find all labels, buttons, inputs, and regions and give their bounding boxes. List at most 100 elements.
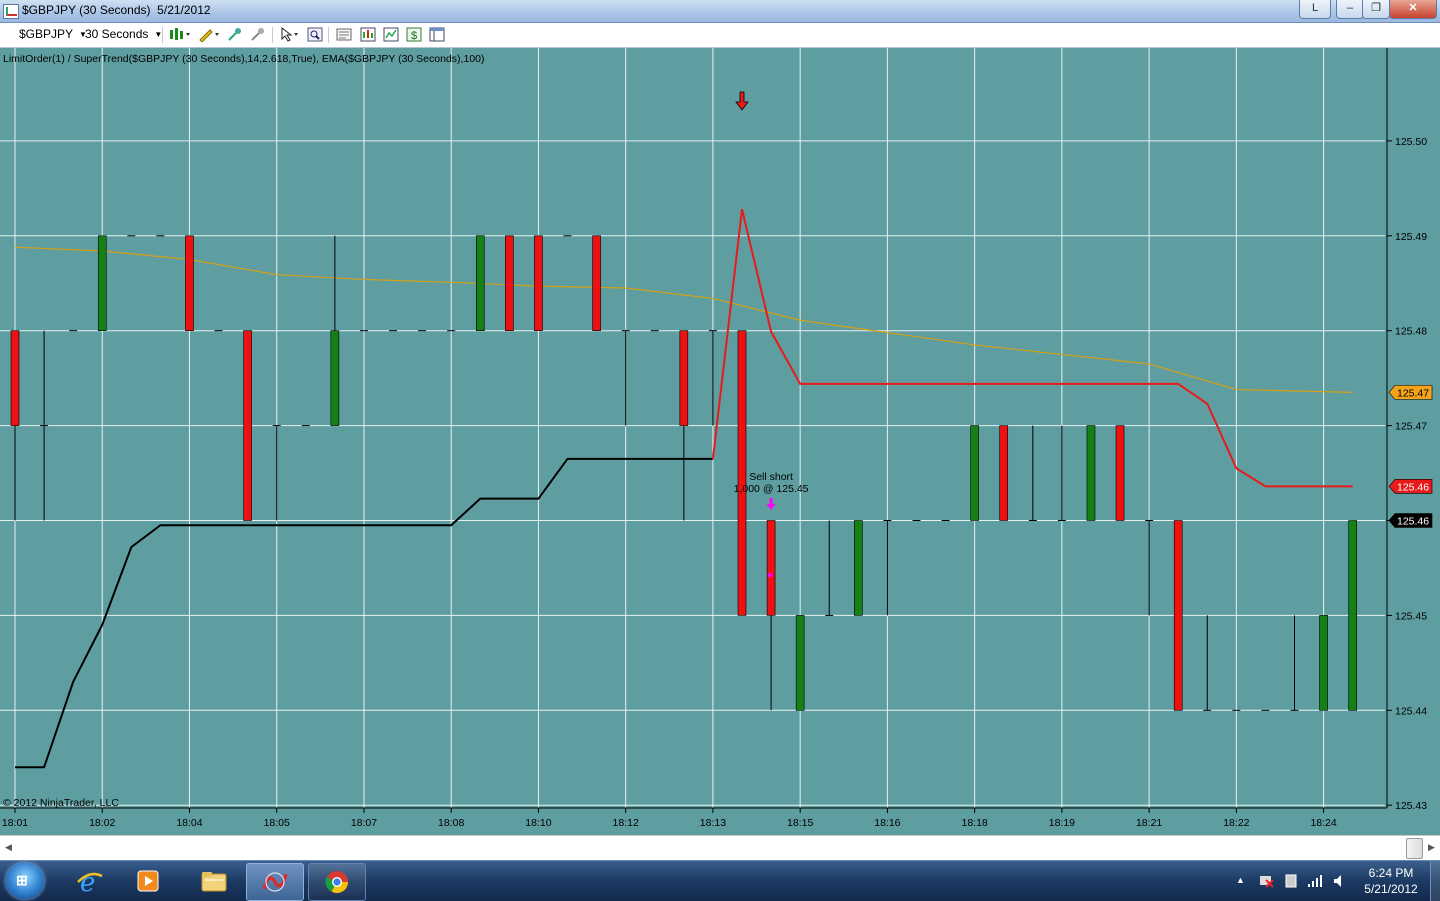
scroll-right-icon[interactable]: ▶ xyxy=(1428,842,1435,853)
candle-body xyxy=(970,425,979,521)
indicator-legend: LimitOrder(1) / SuperTrend($GBPJPY (30 S… xyxy=(3,53,484,65)
candle-body xyxy=(1086,425,1096,521)
x-tick-label: 18:08 xyxy=(438,817,464,829)
trade-execution-arrow-icon xyxy=(766,498,776,510)
candle-body xyxy=(592,235,601,332)
system-clock[interactable]: 6:24 PM 5/21/2012 xyxy=(1358,865,1424,897)
ninjatrader-icon[interactable] xyxy=(246,863,304,901)
x-tick-label: 18:19 xyxy=(1049,817,1075,829)
strategy-icon[interactable] xyxy=(250,27,266,42)
x-tick-label: 18:07 xyxy=(351,817,377,829)
show-desktop-button[interactable] xyxy=(1430,861,1440,901)
properties-icon[interactable] xyxy=(336,27,352,42)
scroll-left-icon[interactable]: ◀ xyxy=(5,842,12,853)
copyright-notice: © 2012 NinjaTrader, LLC xyxy=(3,797,119,809)
candle-body xyxy=(534,235,543,332)
candle-body xyxy=(243,330,252,521)
toolbar-divider xyxy=(162,27,163,43)
sell-signal-arrow-icon xyxy=(735,91,749,111)
y-tick-label: 125.48 xyxy=(1395,326,1427,338)
close-button[interactable]: ✕ xyxy=(1389,0,1437,19)
candle-body xyxy=(1115,425,1125,521)
candlesticks xyxy=(10,235,1357,711)
x-tick-label: 18:18 xyxy=(961,817,987,829)
candle-body xyxy=(1319,615,1328,711)
lock-button[interactable]: L xyxy=(1299,0,1331,19)
candle-body xyxy=(999,425,1009,521)
minimize-button[interactable]: – xyxy=(1336,0,1364,19)
window-titlebar[interactable]: $GBPJPY (30 Seconds) 5/21/2012 L – ❐ ✕ xyxy=(0,0,1440,23)
trade-label-line2: 1,000 @ 125.45 xyxy=(734,483,809,495)
time-axis: 18:01 18:02 18:04 18:05 18:07 18:08 18:10 18:12… xyxy=(0,807,1387,829)
candle-body xyxy=(854,520,863,616)
add-indicator-icon[interactable] xyxy=(227,27,243,42)
candle-body xyxy=(795,615,805,711)
x-tick-label: 18:22 xyxy=(1223,817,1249,829)
windows-taskbar: ⊞ e ▲ 6:24 PM 5/21/2012 xyxy=(0,860,1440,901)
y-tick-label: 125.50 xyxy=(1395,136,1427,148)
instrument-dropdown[interactable]: $GBPJPY ▼ xyxy=(19,27,87,41)
candle-body xyxy=(475,235,485,332)
x-tick-label: 18:13 xyxy=(700,817,726,829)
app-chart-icon xyxy=(3,4,19,19)
data-box-icon[interactable] xyxy=(360,27,376,42)
toolbar-divider xyxy=(328,27,329,43)
period-dropdown[interactable]: 30 Seconds ▼ xyxy=(85,27,162,41)
x-tick-label: 18:24 xyxy=(1310,817,1336,829)
candle-body xyxy=(766,520,776,616)
price-marker-label: 125.47 xyxy=(1397,387,1429,399)
candle-body xyxy=(97,235,107,332)
candle-body xyxy=(1348,520,1357,711)
maximize-button[interactable]: ❐ xyxy=(1362,0,1390,19)
scrollbar-thumb[interactable] xyxy=(1406,838,1423,859)
y-tick-label: 125.43 xyxy=(1395,800,1427,812)
dollar-icon[interactable]: $ xyxy=(406,27,422,42)
trade-label-line1: Sell short xyxy=(749,471,793,483)
internet-explorer-icon[interactable]: e xyxy=(62,863,118,899)
y-tick-label: 125.49 xyxy=(1395,231,1427,243)
price-marker-label: 125.46 xyxy=(1397,481,1429,493)
horizontal-scrollbar[interactable]: ◀ ▶ xyxy=(0,835,1440,860)
x-tick-label: 18:04 xyxy=(176,817,202,829)
candle-body xyxy=(737,330,747,616)
y-tick-label: 125.45 xyxy=(1395,610,1427,622)
chart-canvas[interactable]: Sell short1,000 @ 125.45 125.43125.44125… xyxy=(0,48,1440,834)
zoom-icon[interactable] xyxy=(307,27,323,42)
clock-date: 5/21/2012 xyxy=(1364,882,1418,896)
x-tick-label: 18:02 xyxy=(89,817,115,829)
window-title: $GBPJPY (30 Seconds) 5/21/2012 xyxy=(22,3,211,17)
x-tick-label: 18:21 xyxy=(1136,817,1162,829)
period-label: 30 Seconds xyxy=(85,27,149,41)
x-tick-label: 18:01 xyxy=(2,817,28,829)
chart-toolbar: $GBPJPY ▼ 30 Seconds ▼ $ xyxy=(0,23,1440,48)
svg-text:e: e xyxy=(80,868,95,894)
x-tick-label: 18:16 xyxy=(874,817,900,829)
chrome-icon[interactable] xyxy=(308,863,366,901)
svg-text:$: $ xyxy=(411,30,417,42)
chart-style-icon[interactable] xyxy=(169,27,190,42)
price-marker-label: 125.46 xyxy=(1397,516,1429,528)
media-player-icon[interactable] xyxy=(120,863,176,899)
price-chart[interactable]: Sell short 1,000 @ 125.45 125.43 125.44 125… xyxy=(0,48,1440,834)
chart-trader-icon[interactable] xyxy=(383,27,399,42)
window-layout-icon[interactable] xyxy=(429,27,445,42)
cursor-icon[interactable] xyxy=(279,26,298,42)
instrument-label: $GBPJPY xyxy=(19,27,74,41)
y-tick-label: 125.47 xyxy=(1395,421,1427,433)
candle-body xyxy=(185,235,194,332)
candle-body xyxy=(679,330,689,426)
candle-body xyxy=(505,235,514,332)
candle-body xyxy=(1173,520,1183,711)
x-tick-label: 18:10 xyxy=(525,817,551,829)
drawing-tool-icon[interactable] xyxy=(198,27,219,43)
file-explorer-icon[interactable] xyxy=(186,863,242,899)
price-axis: 125.43 125.44 125.45 125.46 125.47 125.48 125.… xyxy=(1386,48,1433,812)
start-orb[interactable]: ⊞ xyxy=(6,863,44,899)
y-tick-label: 125.44 xyxy=(1395,705,1427,717)
x-tick-label: 18:05 xyxy=(264,817,290,829)
x-tick-label: 18:12 xyxy=(613,817,639,829)
x-tick-label: 18:15 xyxy=(787,817,813,829)
candle-body xyxy=(330,330,340,426)
windows-logo-icon: ⊞ xyxy=(16,872,28,888)
clock-time: 6:24 PM xyxy=(1368,866,1414,880)
